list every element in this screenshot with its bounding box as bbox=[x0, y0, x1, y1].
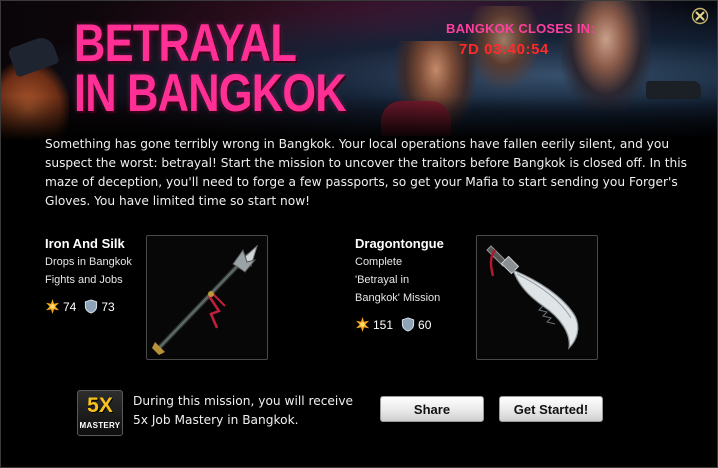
reward-1-desc-line1: Drops in Bangkok bbox=[45, 256, 132, 268]
reward-1-name: Iron And Silk bbox=[45, 236, 125, 251]
defense-shield-icon bbox=[401, 317, 415, 332]
reward-1-stats: 74 73 bbox=[45, 299, 123, 314]
countdown-timer: 7D 03:40:54 bbox=[459, 41, 549, 58]
event-title-line1: BETRAYAL bbox=[74, 14, 297, 73]
reward-2-desc-line1: Complete bbox=[355, 256, 403, 268]
mastery-text-line1: During this mission, you will receive bbox=[133, 394, 354, 408]
reward-2-image[interactable] bbox=[476, 235, 598, 360]
reward-1-image[interactable] bbox=[146, 235, 268, 360]
share-button[interactable]: Share bbox=[380, 396, 484, 422]
mastery-text-line2: 5x Job Mastery in Bangkok. bbox=[133, 413, 299, 427]
reward-1-desc: Drops in Bangkok Fights and Jobs bbox=[45, 253, 132, 289]
figure-art-right bbox=[561, 1, 651, 111]
mastery-description: During this mission, you will receive 5x… bbox=[133, 392, 373, 430]
get-started-button[interactable]: Get Started! bbox=[499, 396, 603, 422]
mastery-multiplier: 5X bbox=[87, 394, 113, 417]
event-title-line2: IN BANGKOK bbox=[74, 64, 347, 123]
close-x-icon bbox=[691, 7, 709, 25]
spear-weapon-icon bbox=[152, 244, 258, 355]
reward-2-desc: Complete 'Betrayal in Bangkok' Mission bbox=[355, 253, 440, 307]
mastery-label: MASTERY bbox=[79, 421, 121, 430]
attack-burst-icon bbox=[45, 299, 60, 314]
reward-2-defense: 60 bbox=[418, 317, 432, 332]
attack-burst-icon bbox=[355, 317, 370, 332]
mastery-badge: 5X MASTERY bbox=[77, 390, 123, 436]
reward-1-defense: 73 bbox=[101, 299, 115, 314]
defense-shield-icon bbox=[85, 299, 98, 314]
reward-1-desc-line2: Fights and Jobs bbox=[45, 274, 123, 286]
event-title: BETRAYAL IN BANGKOK bbox=[74, 14, 347, 123]
close-button[interactable] bbox=[691, 7, 709, 25]
event-popup: BETRAYAL IN BANGKOK BANGKOK CLOSES IN: 7… bbox=[0, 0, 718, 468]
reward-2-name: Dragontongue bbox=[355, 236, 444, 251]
reward-1-attack: 74 bbox=[63, 299, 77, 314]
countdown-label: BANGKOK CLOSES IN: bbox=[446, 21, 595, 36]
reward-2-desc-line2: 'Betrayal in bbox=[355, 274, 410, 286]
event-description: Something has gone terribly wrong in Ban… bbox=[45, 137, 688, 208]
reward-2-stats: 151 60 bbox=[355, 317, 439, 332]
curved-blade-weapon-icon bbox=[486, 245, 579, 350]
reward-2-desc-line3: Bangkok' Mission bbox=[355, 292, 441, 304]
reward-2-attack: 151 bbox=[373, 317, 394, 332]
